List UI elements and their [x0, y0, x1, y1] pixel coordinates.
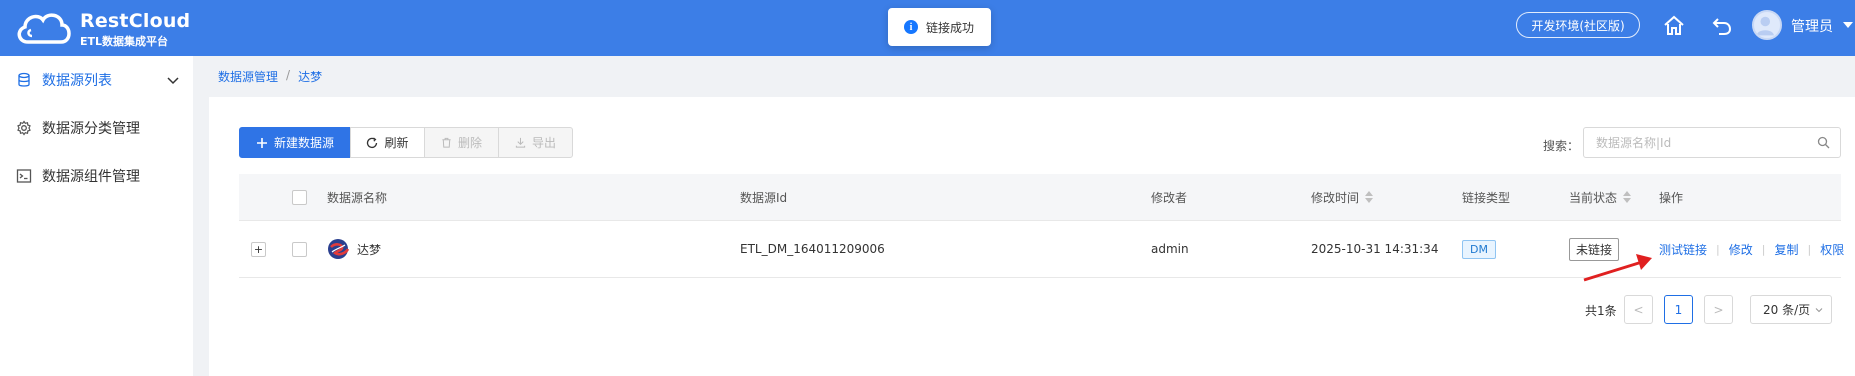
sidebar: 数据源列表 数据源分类管理 数据源组件管理 — [0, 56, 193, 376]
test-connection-link[interactable]: 测试链接 — [1659, 241, 1707, 258]
actions-cell: 测试链接 | 修改 | 复制 | 权限 — [1659, 221, 1844, 277]
column-header-status[interactable]: 当前状态 — [1569, 174, 1632, 220]
refresh-icon — [366, 137, 378, 149]
sidebar-item-datasource-list[interactable]: 数据源列表 — [0, 60, 193, 100]
success-toast: i 链接成功 — [888, 8, 991, 46]
info-icon: i — [904, 20, 918, 34]
trash-icon — [441, 137, 452, 148]
refresh-label: 刷新 — [384, 136, 409, 150]
next-page-button[interactable]: > — [1704, 295, 1733, 324]
delete-label: 删除 — [457, 136, 482, 150]
modified-time: 2025-10-31 14:31:34 — [1311, 242, 1439, 256]
datasource-name[interactable]: 达梦 — [357, 241, 381, 258]
breadcrumb: 数据源管理 / 达梦 — [218, 68, 322, 85]
gear-icon — [16, 120, 32, 136]
search-label: 搜索： — [1543, 139, 1580, 153]
sidebar-item-label: 数据源列表 — [42, 73, 112, 89]
column-header-name: 数据源名称 — [327, 190, 388, 205]
datasource-name-cell: 达梦 — [327, 221, 381, 277]
plus-icon — [256, 137, 268, 149]
home-icon[interactable] — [1662, 14, 1686, 38]
chevron-down-icon[interactable] — [167, 74, 179, 86]
sidebar-item-category-management[interactable]: 数据源分类管理 — [0, 108, 193, 148]
search-icon[interactable] — [1817, 136, 1830, 149]
row-select-cell — [292, 221, 307, 277]
breadcrumb-current[interactable]: 达梦 — [298, 68, 322, 85]
row-checkbox[interactable] — [292, 241, 307, 257]
cloud-logo-icon — [17, 13, 71, 44]
column-header-modified-time[interactable]: 修改时间 — [1311, 174, 1374, 220]
top-header: RestCloud ETL数据集成平台 i 链接成功 开发环境(社区版) 管理员 — [0, 0, 1855, 56]
environment-button[interactable]: 开发环境(社区版) — [1516, 12, 1640, 38]
export-button[interactable]: 导出 — [498, 127, 573, 158]
terminal-icon — [16, 168, 32, 184]
dameng-logo-icon — [327, 238, 351, 260]
brand-subtitle: ETL数据集成平台 — [80, 35, 169, 48]
permission-link[interactable]: 权限 — [1820, 241, 1844, 258]
column-header-status-label: 当前状态 — [1569, 190, 1618, 205]
prev-page-button[interactable]: < — [1624, 295, 1653, 324]
datasource-id: ETL_DM_164011209006 — [740, 242, 885, 256]
sidebar-item-component-management[interactable]: 数据源组件管理 — [0, 156, 193, 196]
user-name[interactable]: 管理员 — [1791, 16, 1833, 36]
download-icon — [515, 137, 526, 148]
toast-message: 链接成功 — [926, 20, 975, 35]
column-header-actions: 操作 — [1659, 190, 1684, 205]
sidebar-item-label: 数据源组件管理 — [42, 169, 140, 185]
column-header-modifier: 修改者 — [1151, 190, 1188, 205]
database-icon — [16, 72, 32, 88]
breadcrumb-root-link[interactable]: 数据源管理 — [218, 68, 278, 85]
chevron-down-icon — [1815, 308, 1823, 313]
modifier: admin — [1151, 242, 1189, 256]
table-header: 数据源名称 数据源Id 修改者 修改时间 链接类型 当前状态 操作 — [239, 174, 1841, 221]
sidebar-item-label: 数据源分类管理 — [42, 121, 140, 137]
expand-row-button[interactable]: + — [251, 241, 266, 257]
link-type-cell: DM — [1462, 221, 1496, 277]
user-menu-caret-icon[interactable] — [1843, 22, 1853, 28]
action-divider: | — [1761, 242, 1766, 256]
user-avatar-icon — [1756, 16, 1774, 36]
search-input[interactable] — [1584, 128, 1804, 157]
column-header-modified-time-label: 修改时间 — [1311, 190, 1360, 205]
export-label: 导出 — [531, 136, 556, 150]
action-divider: | — [1716, 242, 1720, 256]
total-count: 共1条 — [1585, 304, 1617, 318]
sort-icon[interactable] — [1365, 191, 1374, 203]
new-datasource-button[interactable]: 新建数据源 — [239, 127, 351, 158]
avatar[interactable] — [1752, 10, 1782, 40]
action-divider: | — [1807, 242, 1812, 256]
sort-icon[interactable] — [1623, 191, 1632, 203]
back-arrow-icon[interactable] — [1710, 14, 1734, 38]
new-datasource-label: 新建数据源 — [273, 136, 334, 150]
page-number-button[interactable]: 1 — [1664, 295, 1693, 324]
link-type-tag: DM — [1462, 239, 1496, 259]
select-all-checkbox[interactable] — [292, 189, 307, 205]
delete-button[interactable]: 删除 — [424, 127, 499, 158]
page-size-value: 20 条/页 — [1763, 303, 1811, 317]
copy-link[interactable]: 复制 — [1774, 241, 1798, 258]
breadcrumb-separator: / — [286, 68, 291, 82]
brand-logo[interactable]: RestCloud ETL数据集成平台 — [14, 6, 190, 50]
expand-cell: + — [251, 221, 266, 277]
page-size-select[interactable]: 20 条/页 — [1750, 295, 1832, 324]
edit-link[interactable]: 修改 — [1729, 241, 1753, 258]
column-header-id: 数据源Id — [740, 190, 788, 205]
refresh-button[interactable]: 刷新 — [350, 127, 425, 158]
column-header-link-type: 链接类型 — [1462, 190, 1511, 205]
brand-title: RestCloud — [80, 10, 191, 32]
select-all-cell — [292, 174, 307, 220]
search-box[interactable] — [1583, 127, 1841, 158]
toolbar: 新建数据源 刷新 删除 导出 — [239, 127, 573, 158]
annotation-arrow-icon — [1583, 254, 1652, 282]
